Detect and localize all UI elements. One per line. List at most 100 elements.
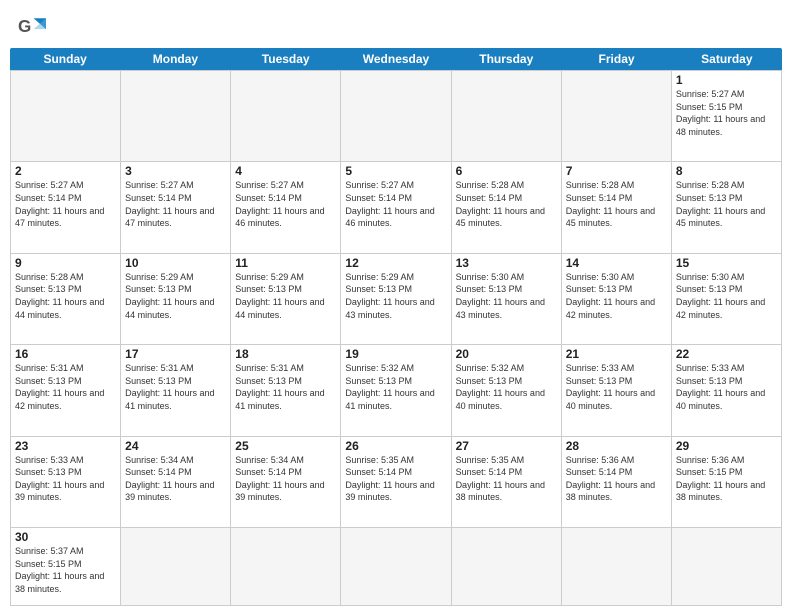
table-row: 26Sunrise: 5:35 AMSunset: 5:14 PMDayligh… <box>341 437 451 528</box>
table-row: 10Sunrise: 5:29 AMSunset: 5:13 PMDayligh… <box>121 254 231 345</box>
table-row <box>562 71 672 162</box>
sunrise-text: Sunrise: 5:37 AM <box>15 546 84 556</box>
daylight-text: Daylight: 11 hours and 42 minutes. <box>15 388 104 411</box>
table-row: 21Sunrise: 5:33 AMSunset: 5:13 PMDayligh… <box>562 345 672 436</box>
daylight-text: Daylight: 11 hours and 38 minutes. <box>456 480 545 503</box>
sunset-text: Sunset: 5:13 PM <box>456 284 523 294</box>
daylight-text: Daylight: 11 hours and 43 minutes. <box>456 297 545 320</box>
daylight-text: Daylight: 11 hours and 48 minutes. <box>676 114 765 137</box>
sunset-text: Sunset: 5:14 PM <box>235 467 302 477</box>
day-number: 7 <box>566 164 667 178</box>
calendar-body: 1 Sunrise: 5:27 AM Sunset: 5:15 PM Daylight… <box>10 70 782 606</box>
table-row: 2Sunrise: 5:27 AMSunset: 5:14 PMDaylight… <box>11 162 121 253</box>
table-row: 13 Sunrise: 5:30 AM Sunset: 5:13 PM Dayligh… <box>452 254 562 345</box>
day-number: 1 <box>676 73 777 87</box>
table-row: 11Sunrise: 5:29 AMSunset: 5:13 PMDayligh… <box>231 254 341 345</box>
sunrise-text: Sunrise: 5:27 AM <box>345 180 414 190</box>
daylight-text: Daylight: 11 hours and 40 minutes. <box>456 388 545 411</box>
table-row: 29Sunrise: 5:36 AMSunset: 5:15 PMDayligh… <box>672 437 782 528</box>
day-info: Sunrise: 5:28 AMSunset: 5:14 PMDaylight:… <box>456 179 557 229</box>
sunrise-text: Sunrise: 5:35 AM <box>345 455 414 465</box>
table-row: 4Sunrise: 5:27 AMSunset: 5:14 PMDaylight… <box>231 162 341 253</box>
day-info: Sunrise: 5:30 AM Sunset: 5:13 PM Daylight:… <box>456 271 557 321</box>
day-number: 18 <box>235 347 336 361</box>
sunrise-text: Sunrise: 5:36 AM <box>566 455 635 465</box>
header: G <box>0 0 792 48</box>
table-row: 24Sunrise: 5:34 AMSunset: 5:14 PMDayligh… <box>121 437 231 528</box>
day-info: Sunrise: 5:28 AMSunset: 5:14 PMDaylight:… <box>566 179 667 229</box>
day-number: 24 <box>125 439 226 453</box>
table-row <box>121 528 231 606</box>
sunrise-text: Sunrise: 5:31 AM <box>15 363 84 373</box>
table-row: 8Sunrise: 5:28 AMSunset: 5:13 PMDaylight… <box>672 162 782 253</box>
sunrise-text: Sunrise: 5:28 AM <box>676 180 745 190</box>
table-row <box>452 71 562 162</box>
header-sunday: Sunday <box>10 48 120 70</box>
header-tuesday: Tuesday <box>231 48 341 70</box>
daylight-text: Daylight: 11 hours and 41 minutes. <box>125 388 214 411</box>
daylight-text: Daylight: 11 hours and 41 minutes. <box>235 388 324 411</box>
sunset-text: Sunset: 5:13 PM <box>456 376 523 386</box>
day-number: 16 <box>15 347 116 361</box>
header-saturday: Saturday <box>672 48 782 70</box>
day-number: 14 <box>566 256 667 270</box>
day-info: Sunrise: 5:37 AMSunset: 5:15 PMDaylight:… <box>15 545 116 595</box>
table-row: 28Sunrise: 5:36 AMSunset: 5:14 PMDayligh… <box>562 437 672 528</box>
sunset-text: Sunset: 5:13 PM <box>15 376 82 386</box>
day-info: Sunrise: 5:36 AMSunset: 5:14 PMDaylight:… <box>566 454 667 504</box>
sunset-text: Sunset: 5:15 PM <box>676 467 743 477</box>
daylight-text: Daylight: 11 hours and 43 minutes. <box>345 297 434 320</box>
daylight-text: Daylight: 11 hours and 44 minutes. <box>15 297 104 320</box>
table-row: 14Sunrise: 5:30 AMSunset: 5:13 PMDayligh… <box>562 254 672 345</box>
day-number: 29 <box>676 439 777 453</box>
day-number: 9 <box>15 256 116 270</box>
day-number: 12 <box>345 256 446 270</box>
sunset-text: Sunset: 5:13 PM <box>15 467 82 477</box>
daylight-text: Daylight: 11 hours and 46 minutes. <box>235 206 324 229</box>
sunset-text: Sunset: 5:13 PM <box>566 376 633 386</box>
header-monday: Monday <box>120 48 230 70</box>
daylight-text: Daylight: 11 hours and 45 minutes. <box>456 206 545 229</box>
sunrise-text: Sunrise: 5:32 AM <box>456 363 525 373</box>
day-info: Sunrise: 5:27 AMSunset: 5:14 PMDaylight:… <box>15 179 116 229</box>
table-row <box>341 71 451 162</box>
table-row <box>452 528 562 606</box>
sunrise-text: Sunrise: 5:34 AM <box>235 455 304 465</box>
sunrise-text: Sunrise: 5:31 AM <box>235 363 304 373</box>
table-row <box>231 528 341 606</box>
day-info: Sunrise: 5:34 AMSunset: 5:14 PMDaylight:… <box>125 454 226 504</box>
sunrise-text: Sunrise: 5:31 AM <box>125 363 194 373</box>
day-number: 21 <box>566 347 667 361</box>
table-row <box>121 71 231 162</box>
logo: G <box>16 12 52 40</box>
sunset-text: Sunset: 5:13 PM <box>125 376 192 386</box>
day-info: Sunrise: 5:27 AMSunset: 5:14 PMDaylight:… <box>125 179 226 229</box>
day-number: 13 <box>456 256 557 270</box>
daylight-text: Daylight: 11 hours and 45 minutes. <box>566 206 655 229</box>
sunrise-text: Sunrise: 5:27 AM <box>125 180 194 190</box>
day-info: Sunrise: 5:28 AMSunset: 5:13 PMDaylight:… <box>676 179 777 229</box>
header-friday: Friday <box>561 48 671 70</box>
table-row <box>231 71 341 162</box>
table-row: 1Sunrise: 5:27 AMSunset: 5:15 PMDaylight… <box>672 71 782 162</box>
sunset-text: Sunset: 5:14 PM <box>345 193 412 203</box>
table-row: 6Sunrise: 5:28 AMSunset: 5:14 PMDaylight… <box>452 162 562 253</box>
day-info: Sunrise: 5:34 AMSunset: 5:14 PMDaylight:… <box>235 454 336 504</box>
sunset-text: Sunset: 5:14 PM <box>125 467 192 477</box>
daylight-text: Daylight: 11 hours and 47 minutes. <box>15 206 104 229</box>
svg-text:G: G <box>18 17 31 36</box>
table-row: 3Sunrise: 5:27 AMSunset: 5:14 PMDaylight… <box>121 162 231 253</box>
sunset-text: Sunset: 5:13 PM <box>566 284 633 294</box>
sunset-text: Sunset: 5:14 PM <box>345 467 412 477</box>
table-row: 23Sunrise: 5:33 AMSunset: 5:13 PMDayligh… <box>11 437 121 528</box>
day-number: 25 <box>235 439 336 453</box>
table-row <box>11 71 121 162</box>
daylight-text: Daylight: 11 hours and 45 minutes. <box>676 206 765 229</box>
table-row <box>672 528 782 606</box>
table-row: 7Sunrise: 5:28 AMSunset: 5:14 PMDaylight… <box>562 162 672 253</box>
sunset-text: Sunset: 5:13 PM <box>235 284 302 294</box>
daylight-text: Daylight: 11 hours and 46 minutes. <box>345 206 434 229</box>
day-number: 26 <box>345 439 446 453</box>
sunset-text: Sunset: 5:14 PM <box>235 193 302 203</box>
sunrise-text: Sunrise: 5:30 AM <box>456 272 525 282</box>
